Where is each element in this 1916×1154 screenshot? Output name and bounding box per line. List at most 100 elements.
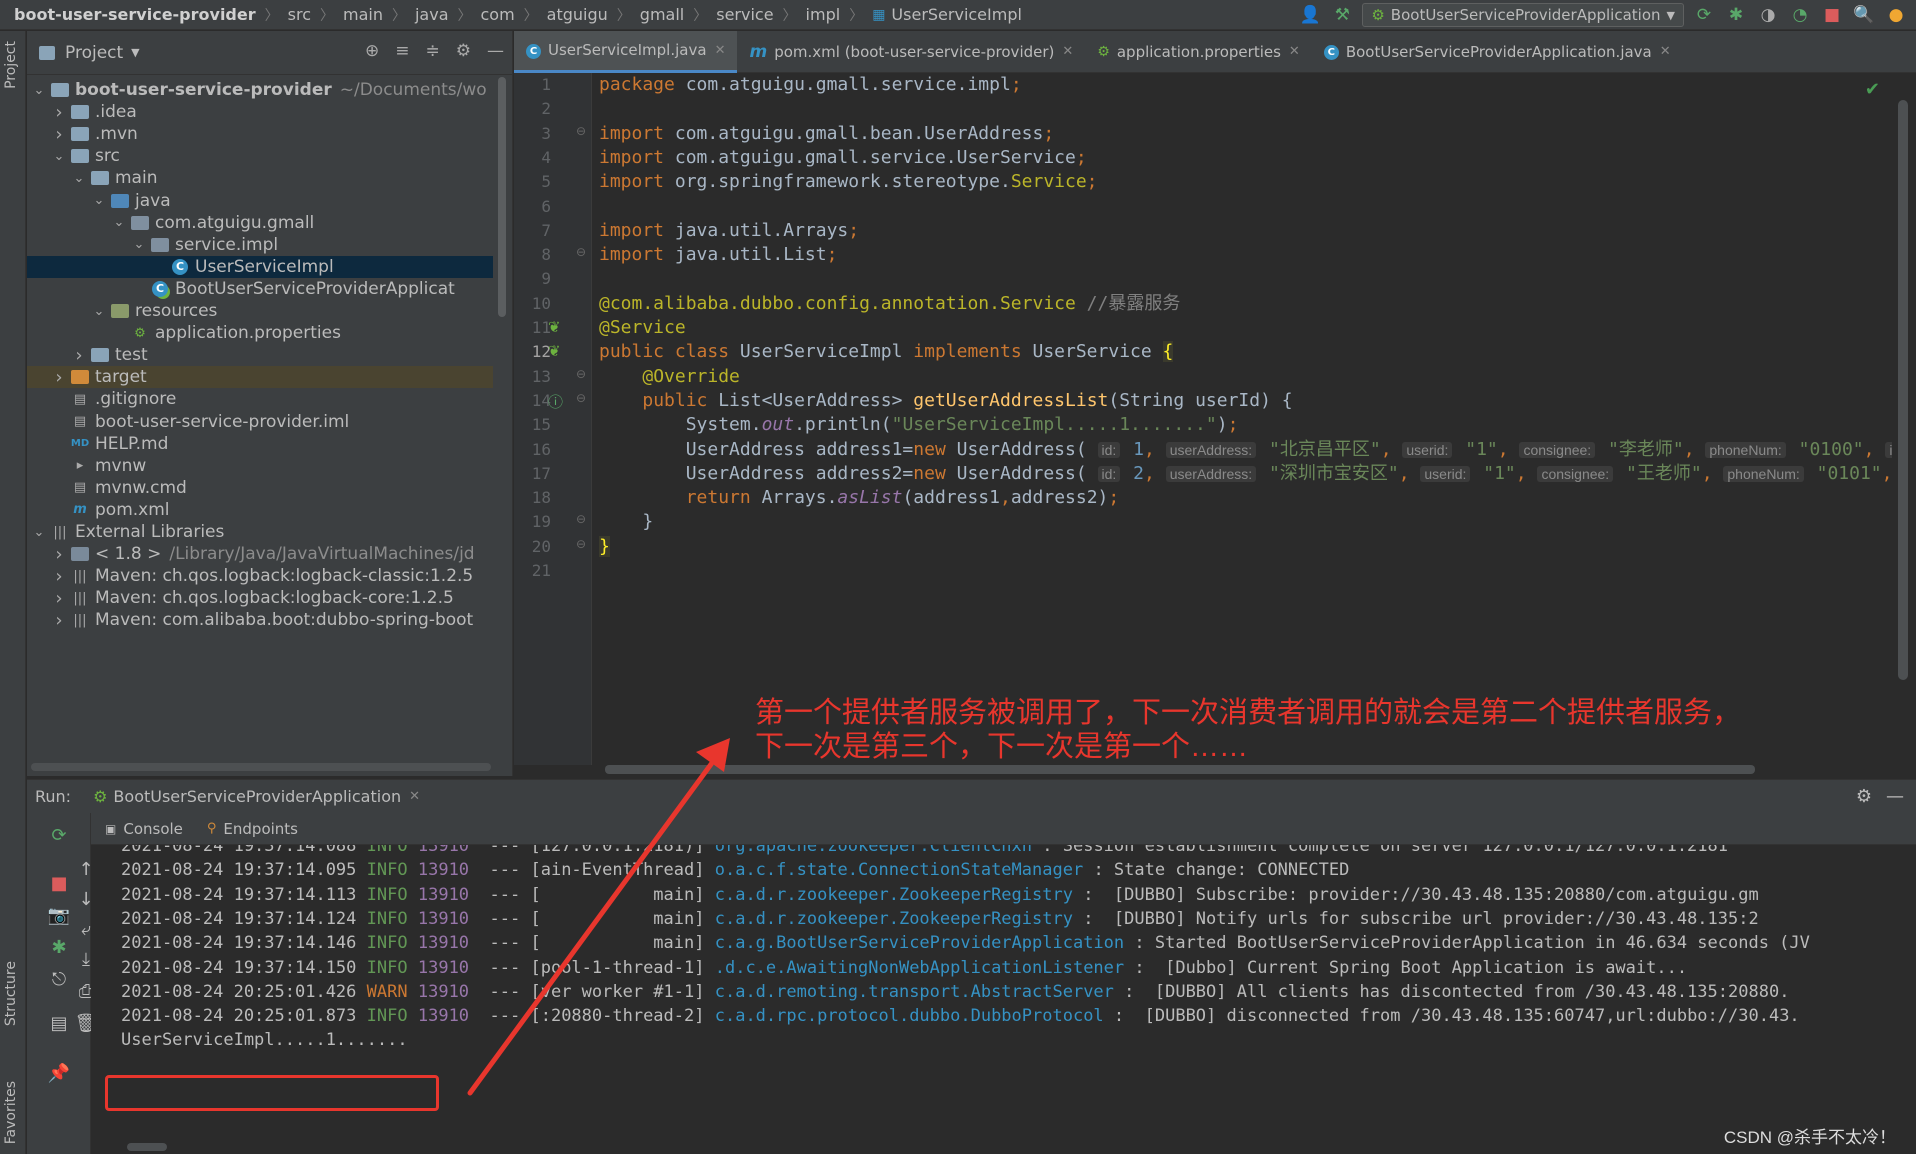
chevron-right-icon[interactable]: › bbox=[51, 610, 67, 631]
breadcrumb-item[interactable]: atguigu bbox=[547, 5, 608, 24]
structure-tool-button[interactable]: Structure bbox=[3, 961, 19, 1026]
project-scrollbar[interactable] bbox=[498, 77, 506, 317]
code-editor[interactable]: ✔ package com.atguigu.gmall.service.impl… bbox=[592, 73, 1892, 765]
editor-tab[interactable]: m pom.xml (boot-user-service-provider) ✕ bbox=[737, 31, 1085, 73]
fold-icon[interactable]: ⊖ bbox=[576, 367, 586, 381]
tree-node[interactable]: MD HELP.md bbox=[27, 433, 493, 455]
pin-icon[interactable]: 📌 bbox=[45, 1063, 73, 1087]
tree-node[interactable]: ⌄ service.impl bbox=[27, 234, 493, 256]
tree-node[interactable]: › test bbox=[27, 344, 493, 366]
stop-icon[interactable]: ■ bbox=[45, 873, 73, 897]
tree-node[interactable]: C UserServiceImpl bbox=[27, 255, 493, 278]
fold-icon[interactable]: ⊖ bbox=[576, 124, 586, 138]
chevron-down-icon[interactable]: ⌄ bbox=[51, 149, 67, 164]
fold-icon[interactable]: ⊖ bbox=[576, 245, 586, 259]
tree-node[interactable]: › ||| Maven: ch.qos.logback:logback-classi… bbox=[27, 565, 493, 587]
hide-icon[interactable]: — bbox=[1886, 786, 1904, 807]
tree-node[interactable]: › ||| Maven: ch.qos.logback:logback-core:1… bbox=[27, 587, 493, 609]
implementing-method-icon[interactable]: ⓘ bbox=[548, 391, 563, 412]
fold-icon[interactable]: ⊖ bbox=[576, 537, 586, 551]
tree-node[interactable]: ⌄ ||| External Libraries bbox=[27, 521, 493, 543]
debug-icon[interactable]: ✱ bbox=[45, 937, 73, 961]
tree-node[interactable]: › .mvn bbox=[27, 123, 493, 145]
collapse-all-icon[interactable]: ≑ bbox=[426, 41, 440, 61]
tree-node[interactable]: ▸ mvnw bbox=[27, 455, 493, 477]
tree-node[interactable]: ▤ mvnw.cmd bbox=[27, 477, 493, 499]
bean-icon[interactable]: ❦ bbox=[548, 318, 561, 336]
tree-node[interactable]: ⌄ main bbox=[27, 167, 493, 189]
tree-node[interactable]: ⌄ src bbox=[27, 145, 493, 167]
tree-node[interactable]: ▤ boot-user-service-provider.iml bbox=[27, 411, 493, 433]
chevron-right-icon[interactable]: › bbox=[51, 588, 67, 609]
breadcrumb-item[interactable]: service bbox=[716, 5, 773, 24]
breadcrumb-item[interactable]: gmall bbox=[640, 5, 684, 24]
breadcrumb-item[interactable]: boot-user-service-provider bbox=[14, 5, 256, 24]
chevron-right-icon[interactable]: › bbox=[51, 367, 67, 388]
editor-tab[interactable]: ⚙ application.properties ✕ bbox=[1085, 31, 1312, 73]
close-icon[interactable]: ✕ bbox=[715, 43, 726, 58]
editor-tab[interactable]: C BootUserServiceProviderApplication.java… bbox=[1312, 31, 1683, 73]
close-icon[interactable]: ✕ bbox=[1062, 44, 1073, 59]
layout-icon[interactable]: ▤ bbox=[45, 1013, 73, 1037]
editor-tab[interactable]: C UserServiceImpl.java ✕ bbox=[514, 30, 738, 73]
favorites-tool-button[interactable]: Favorites bbox=[3, 1081, 19, 1144]
editor-scrollbar[interactable] bbox=[1898, 100, 1908, 680]
chevron-down-icon[interactable]: ⌄ bbox=[31, 83, 47, 98]
tree-node[interactable]: › ||| Maven: com.alibaba.boot:dubbo-spring… bbox=[27, 609, 493, 631]
tree-node[interactable]: ▤ .gitignore bbox=[27, 388, 493, 410]
chevron-down-icon[interactable]: ⌄ bbox=[131, 237, 147, 252]
tree-node[interactable]: ⌄ java bbox=[27, 190, 493, 212]
debug-icon[interactable]: ✱ bbox=[1724, 3, 1748, 27]
tree-node[interactable]: m pom.xml bbox=[27, 499, 493, 521]
tree-node[interactable]: ⚙ application.properties bbox=[27, 322, 493, 344]
tree-node[interactable]: C BootUserServiceProviderApplicat bbox=[27, 278, 493, 300]
update-icon[interactable]: ● bbox=[1884, 3, 1908, 27]
chevron-down-icon[interactable]: ▼ bbox=[131, 46, 139, 59]
build-hammer-icon[interactable]: ⚒ bbox=[1330, 3, 1354, 27]
locate-icon[interactable]: ⊕ bbox=[365, 41, 379, 61]
chevron-right-icon[interactable]: › bbox=[51, 102, 67, 123]
breadcrumb-item[interactable]: java bbox=[415, 5, 449, 24]
tree-node[interactable]: › target bbox=[27, 366, 493, 389]
camera-icon[interactable]: 📷 bbox=[45, 905, 73, 929]
tree-node[interactable]: ⌄ com.atguigu.gmall bbox=[27, 212, 493, 234]
user-icon[interactable]: 👤 bbox=[1298, 3, 1322, 27]
chevron-down-icon[interactable]: ⌄ bbox=[91, 193, 107, 208]
stop-icon[interactable]: ■ bbox=[1820, 3, 1844, 27]
console-horizontal-scrollbar[interactable] bbox=[127, 1143, 167, 1151]
chevron-right-icon[interactable]: › bbox=[51, 124, 67, 145]
rerun-icon[interactable]: ⟳ bbox=[1692, 3, 1716, 27]
expand-all-icon[interactable]: ≡ bbox=[395, 41, 409, 61]
tree-node[interactable]: › .idea bbox=[27, 101, 493, 123]
chevron-down-icon[interactable]: ⌄ bbox=[111, 215, 127, 230]
console-tab[interactable]: ▣ Console bbox=[105, 820, 183, 838]
breadcrumb-item[interactable]: UserServiceImpl bbox=[891, 5, 1022, 24]
run-configuration-select[interactable]: ⚙ BootUserServiceProviderApplication ▼ bbox=[1362, 3, 1684, 27]
breadcrumb-item[interactable]: impl bbox=[806, 5, 841, 24]
close-icon[interactable]: ✕ bbox=[1660, 44, 1671, 59]
chevron-down-icon[interactable]: ⌄ bbox=[31, 525, 47, 540]
gear-icon[interactable]: ⚙ bbox=[1856, 786, 1872, 807]
profiler-icon[interactable]: ◔ bbox=[1788, 3, 1812, 27]
coverage-icon[interactable]: ◑ bbox=[1756, 3, 1780, 27]
chevron-right-icon[interactable]: › bbox=[71, 345, 87, 366]
tree-node[interactable]: ⌄ boot-user-service-provider ~/Documents/w… bbox=[27, 79, 493, 101]
fold-icon[interactable]: ⊖ bbox=[576, 512, 586, 526]
project-tool-button[interactable]: Project bbox=[3, 41, 19, 89]
exit-icon[interactable]: ⎋ bbox=[45, 969, 73, 993]
breadcrumb-item[interactable]: src bbox=[288, 5, 311, 24]
project-horizontal-scrollbar[interactable] bbox=[31, 763, 491, 771]
breadcrumb-item[interactable]: com bbox=[481, 5, 515, 24]
run-tab[interactable]: ⚙ BootUserServiceProviderApplication ✕ bbox=[93, 787, 420, 806]
rerun-icon[interactable]: ⟳ bbox=[45, 825, 73, 849]
fold-icon[interactable]: ⊖ bbox=[576, 391, 586, 405]
tree-node[interactable]: ⌄ resources bbox=[27, 300, 493, 322]
close-icon[interactable]: ✕ bbox=[409, 789, 420, 804]
tree-node[interactable]: › < 1.8 > /Library/Java/JavaVirtualMachine… bbox=[27, 543, 493, 565]
chevron-right-icon[interactable]: › bbox=[51, 566, 67, 587]
project-view-select[interactable]: Project bbox=[65, 43, 123, 63]
editor-horizontal-scrollbar[interactable] bbox=[605, 765, 1755, 774]
search-icon[interactable]: 🔍 bbox=[1852, 3, 1876, 27]
hide-icon[interactable]: — bbox=[487, 41, 504, 61]
chevron-down-icon[interactable]: ⌄ bbox=[91, 304, 107, 319]
